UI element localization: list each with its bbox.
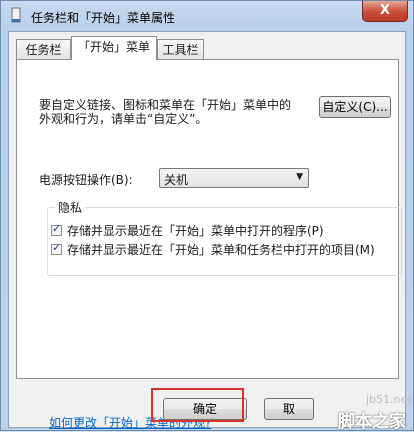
power-action-value: 关机 [164,173,189,187]
customize-description-line1: 要自定义链接、图标和菜单在「开始」菜单中的 [39,98,292,112]
store-items-checkbox[interactable]: ✓ [51,241,62,255]
power-button-action-select[interactable]: 关机 ▼ [159,168,309,188]
tab-taskbar[interactable]: 任务栏 [16,39,71,60]
privacy-group-title: 隐私 [55,199,86,216]
close-button[interactable]: X [362,1,408,22]
taskbar-properties-icon [11,7,21,23]
cancel-button[interactable]: 取 [264,398,314,420]
customize-description: 要自定义链接、图标和菜单在「开始」菜单中的 外观和行为，请单击“自定义”。 [39,98,291,126]
power-button-label: 电源按钮操作(B): [39,173,133,187]
store-items-label[interactable]: 存储并显示最近在「开始」菜单和任务栏中打开的项目(M) [67,241,375,258]
checkmark-icon: ✓ [52,241,62,254]
tab-toolbars[interactable]: 工具栏 [157,39,204,60]
checkmark-icon: ✓ [52,222,62,235]
dialog-body: 任务栏 「开始」菜单 工具栏 要自定义链接、图标和菜单在「开始」菜单中的 外观和… [8,31,406,430]
watermark-site: jb51.net [366,393,412,406]
chevron-down-icon: ▼ [296,172,303,182]
customize-button[interactable]: 自定义(C)... [319,96,391,118]
store-programs-label[interactable]: 存储并显示最近在「开始」菜单中打开的程序(P) [67,222,324,239]
watermark-logo: 脚本之家 [338,412,406,432]
ok-button-highlight [151,388,244,422]
window-title: 任务栏和「开始」菜单属性 [31,11,176,25]
title-bar[interactable]: 任务栏和「开始」菜单属性 X [1,1,413,31]
customize-description-line2: 外观和行为，请单击“自定义”。 [39,112,208,126]
start-menu-panel: 要自定义链接、图标和菜单在「开始」菜单中的 外观和行为，请单击“自定义”。 自定… [16,59,402,430]
store-programs-checkbox[interactable]: ✓ [51,222,62,236]
properties-window: 任务栏和「开始」菜单属性 X 任务栏 「开始」菜单 工具栏 要自定义链接、图标和… [0,0,414,432]
tab-start-menu[interactable]: 「开始」菜单 [71,36,157,60]
